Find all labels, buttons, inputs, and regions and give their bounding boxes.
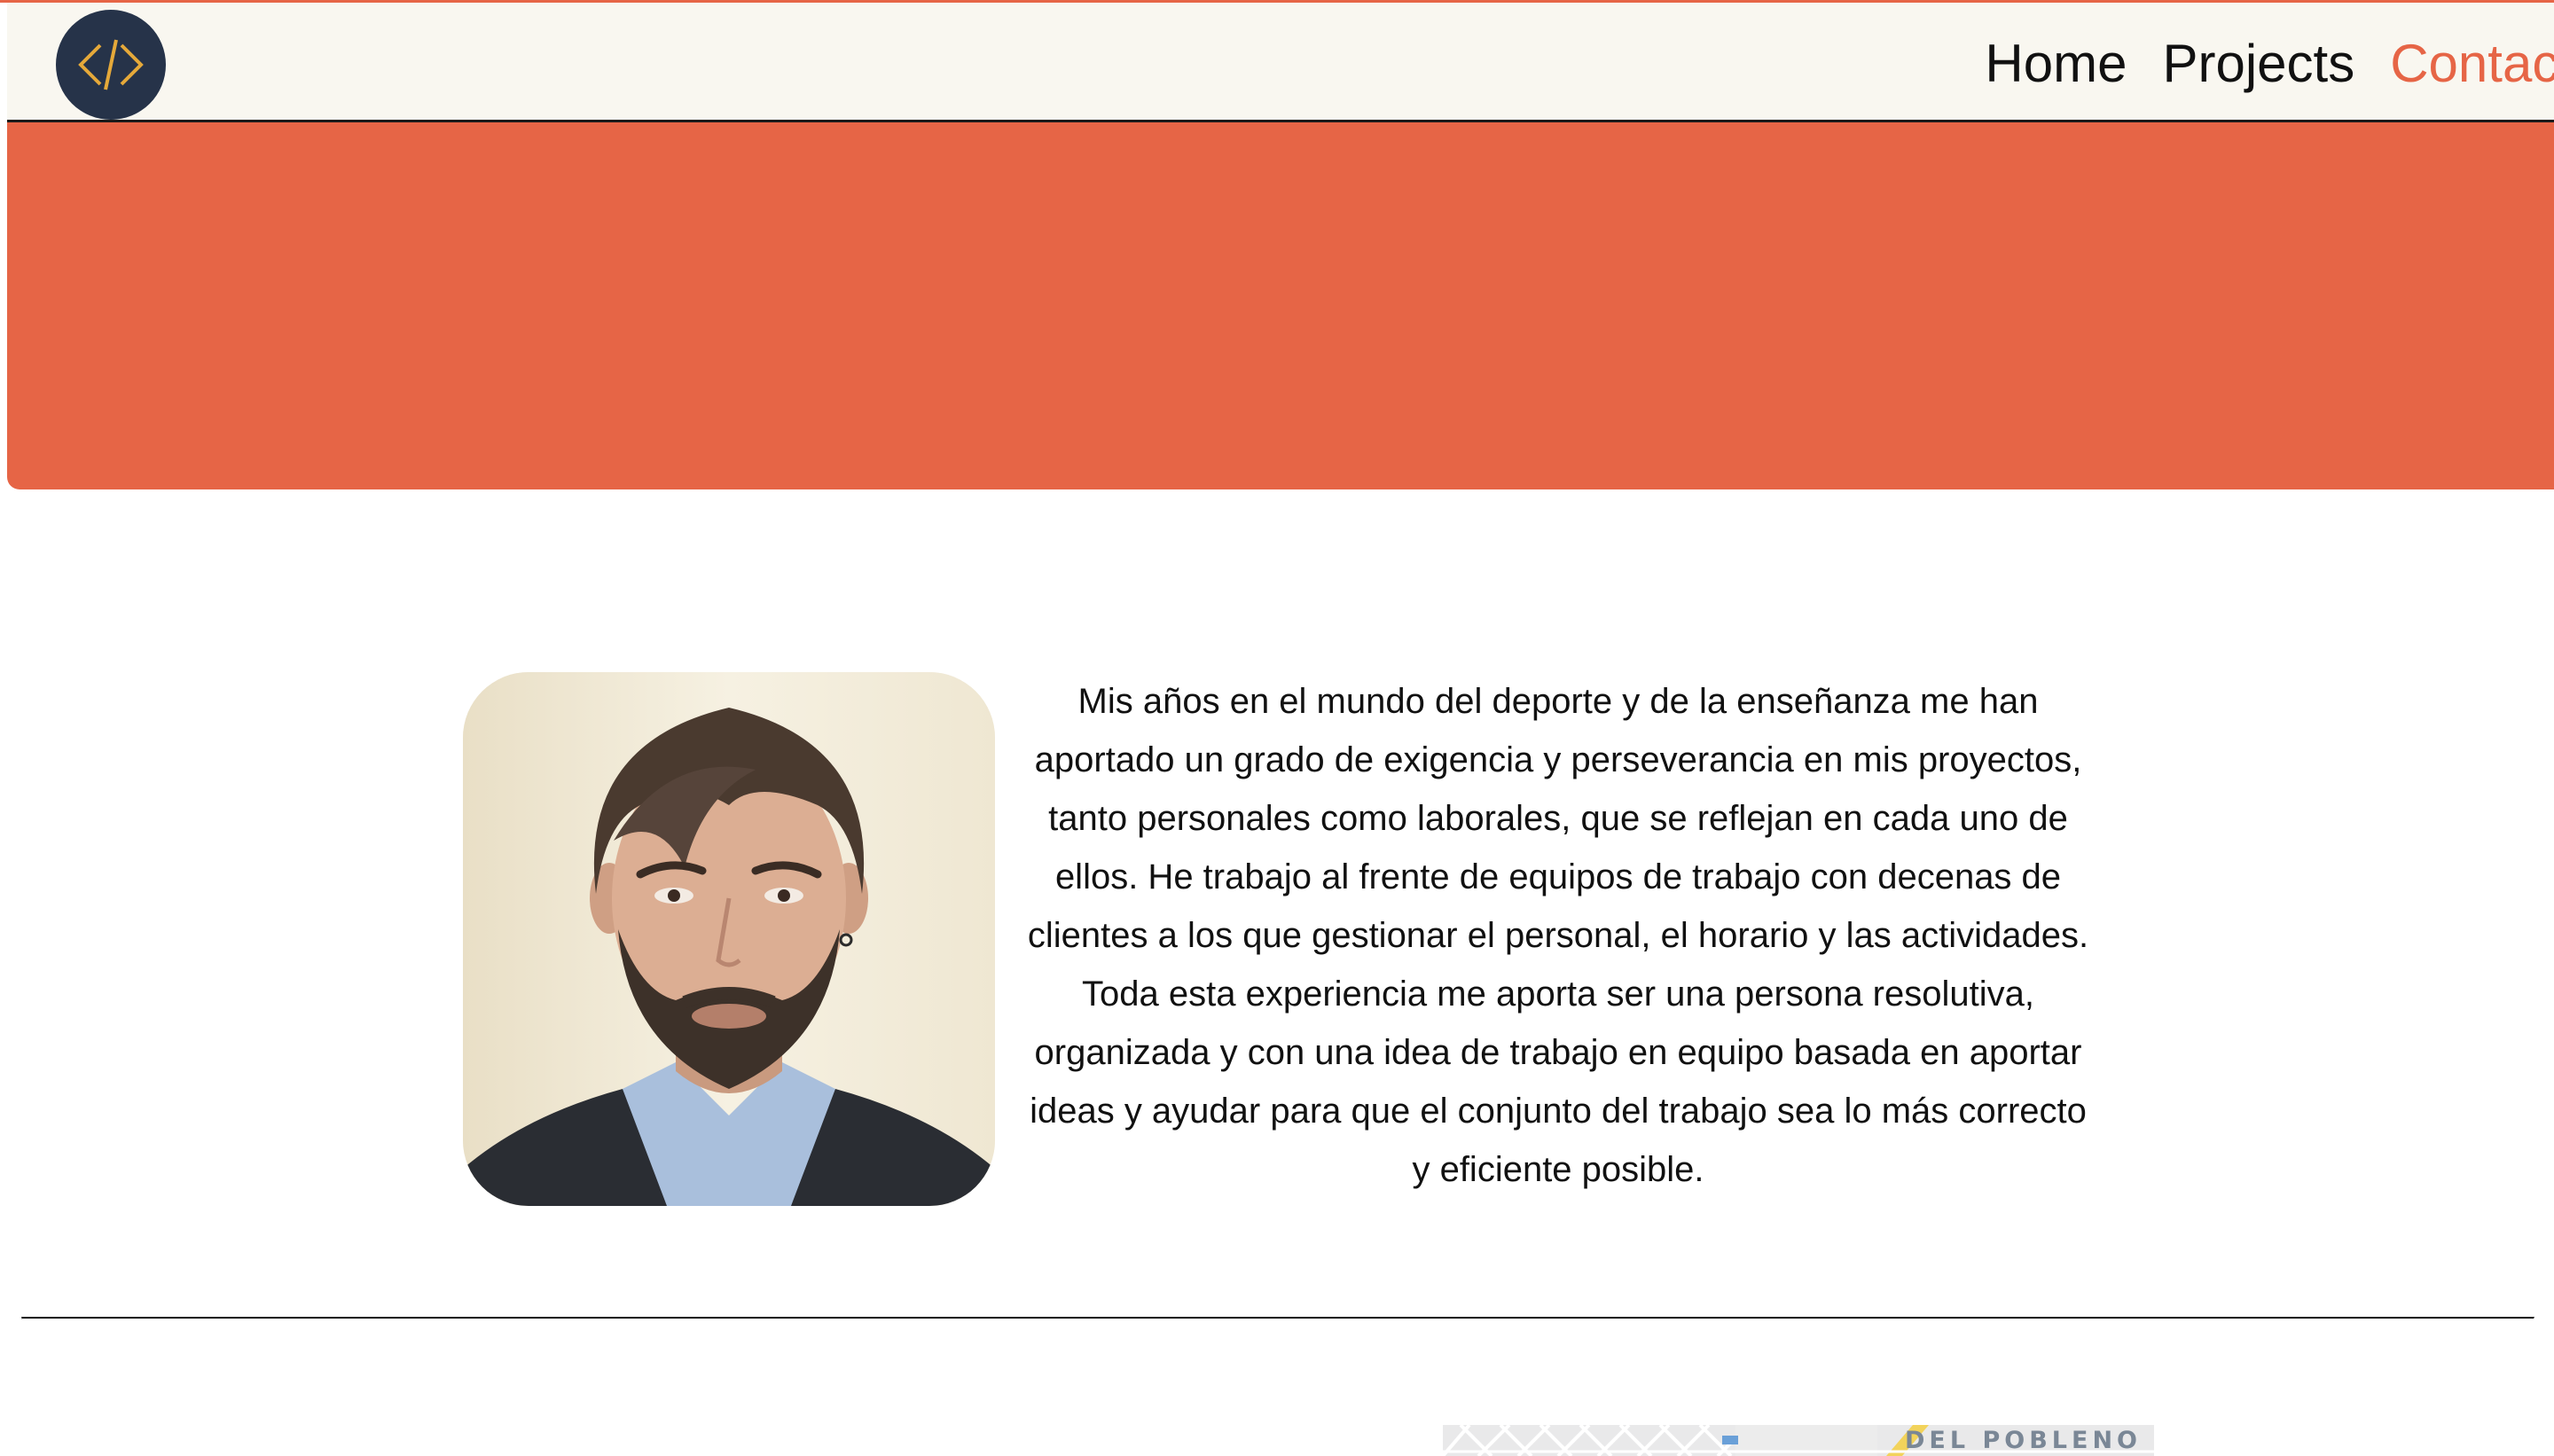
code-brackets-icon: [78, 39, 144, 90]
about-section: Mis años en el mundo del deporte y de la…: [0, 672, 2554, 1206]
page: Home Projects Contact: [0, 0, 2554, 1456]
navbar: Home Projects Contact: [7, 3, 2554, 122]
main-nav: Home Projects Contact: [1949, 20, 2554, 106]
logo[interactable]: [56, 10, 166, 120]
hero-banner: [7, 122, 2554, 489]
nav-contact-link[interactable]: Contact: [2390, 33, 2554, 94]
profile-photo: [463, 672, 995, 1206]
portrait-illustration: [463, 672, 995, 1206]
section-divider: [21, 1317, 2534, 1319]
nav-home-link[interactable]: Home: [1985, 33, 2127, 94]
map-marker-icon: [1722, 1436, 1738, 1444]
bio-text: Mis años en el mundo del deporte y de la…: [1027, 682, 2089, 1189]
map-preview[interactable]: DEL POBLENO: [1443, 1425, 2154, 1456]
map-area-label: DEL POBLENO: [1905, 1427, 2142, 1454]
nav-projects-link[interactable]: Projects: [2162, 33, 2354, 94]
